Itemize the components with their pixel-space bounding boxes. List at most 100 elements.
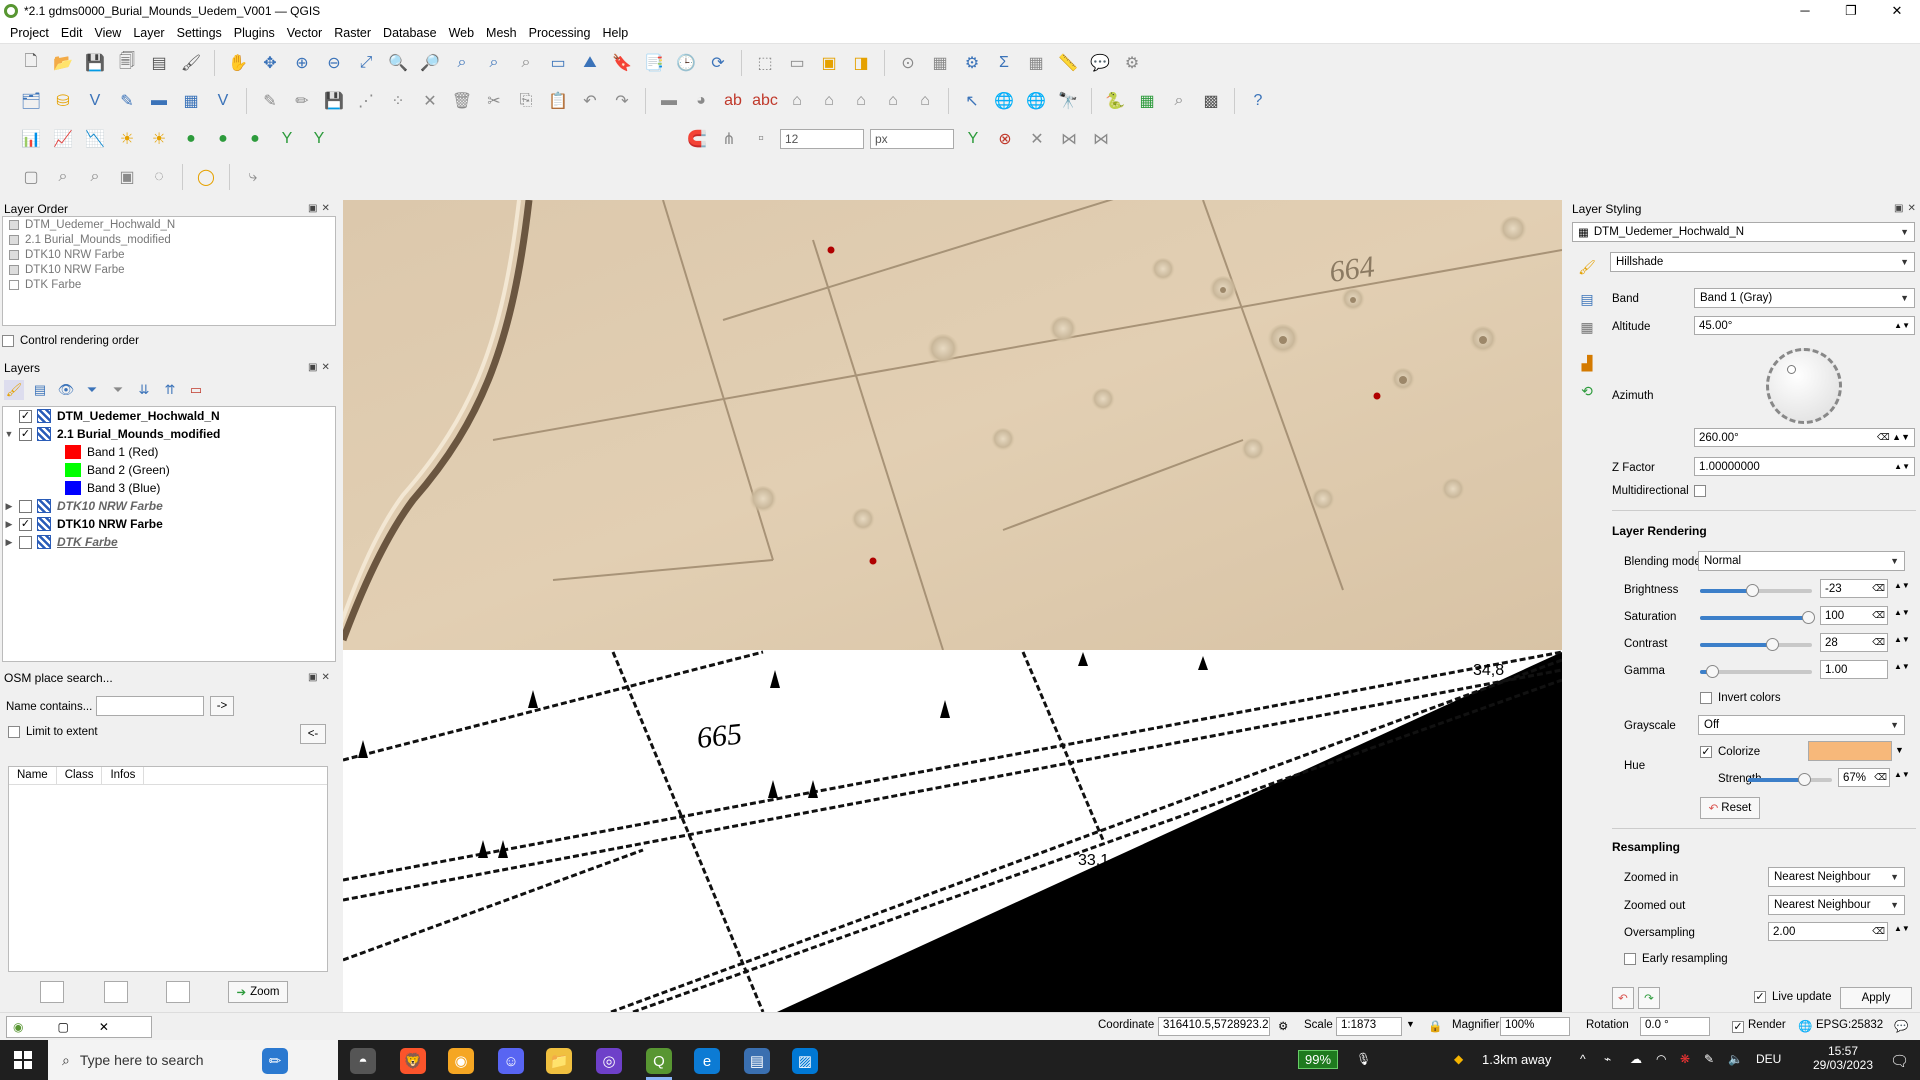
microphone-icon[interactable]: 🎙 (1356, 1052, 1371, 1066)
expand-all-icon[interactable]: ⇊ (134, 380, 154, 400)
new-3d-view-icon[interactable]: ⛰ (577, 50, 603, 76)
azimuth-dial[interactable] (1766, 348, 1842, 424)
new-print-layout-icon[interactable]: 🗐 (114, 50, 140, 76)
globe-search-icon[interactable]: 🌐 (1023, 88, 1049, 114)
zoomed-out-select[interactable]: Nearest Neighbour ▼ (1768, 895, 1905, 915)
layer-visibility-checkbox[interactable] (19, 535, 32, 549)
add-group-icon[interactable]: ▤ (30, 380, 50, 400)
render-checkbox[interactable]: ✓ (1732, 1021, 1744, 1033)
blending-mode-select[interactable]: Normal ▼ (1698, 551, 1905, 571)
invert-colors-checkbox[interactable] (1700, 692, 1712, 704)
annotation-layer-icon[interactable]: ⌕ (82, 164, 108, 190)
filter-expression-icon[interactable]: ⏷ (108, 380, 128, 400)
chrome-canary-icon[interactable]: ◉ (448, 1048, 474, 1074)
layer-visibility-checkbox[interactable]: ✓ (19, 517, 32, 531)
histogram-tool-icon[interactable]: 📈 (50, 126, 76, 152)
menu-vector[interactable]: Vector (281, 26, 328, 40)
layer-row-dtk-farbe[interactable]: ▶ DTK Farbe (3, 533, 335, 551)
zoom-native-icon[interactable]: ⌕ (449, 50, 475, 76)
undo-icon[interactable]: ↶ (577, 88, 603, 114)
layer-diagram-icon[interactable]: abc (752, 88, 778, 114)
new-geopackage-icon[interactable]: ⛁ (50, 88, 76, 114)
new-map-view-icon[interactable]: ▭ (545, 50, 571, 76)
zoom-in-icon[interactable]: ⊕ (289, 50, 315, 76)
grayscale-select[interactable]: Off ▼ (1698, 715, 1905, 735)
pen-icon[interactable]: ✎ (1704, 1052, 1714, 1066)
tray-app-icon[interactable]: ❋ (1680, 1052, 1690, 1066)
menu-help[interactable]: Help (596, 26, 634, 40)
styling-panel-controls[interactable]: ▣✕ (1894, 203, 1920, 214)
snap-self-icon[interactable]: ⋈ (1088, 126, 1114, 152)
photos-icon[interactable]: ▨ (792, 1048, 818, 1074)
snap-cancel-icon[interactable]: ✕ (1024, 126, 1050, 152)
snapping-magnet-icon[interactable]: 🧲 (684, 126, 710, 152)
minimize-button[interactable]: ─ (1782, 3, 1828, 19)
layer-visibility-checkbox[interactable]: ✓ (19, 427, 32, 441)
collapse-arrow-icon[interactable]: ▼ (3, 429, 15, 439)
identify-features-icon[interactable]: ◨ (848, 50, 874, 76)
brightness-stepper-icon[interactable]: ▲▼ (1894, 581, 1910, 590)
tray-network-icon[interactable]: ⌁ (1604, 1052, 1611, 1066)
globe-binoculars-icon[interactable]: 🔭 (1055, 88, 1081, 114)
notifications-icon[interactable]: 🗨 (1890, 1052, 1909, 1070)
osm-locate-icon[interactable] (104, 981, 128, 1003)
y-tool-icon[interactable]: Y (274, 126, 300, 152)
windows-start-icon[interactable] (14, 1051, 32, 1069)
save-project-icon[interactable]: 💾 (82, 50, 108, 76)
zoom-selection-icon[interactable]: 🔍 (385, 50, 411, 76)
menu-settings[interactable]: Settings (171, 26, 228, 40)
maximize-button[interactable]: ❐ (1828, 3, 1874, 19)
osm-column-class[interactable]: Class (57, 767, 103, 784)
highlight-pinned-icon[interactable]: ⌂ (816, 88, 842, 114)
new-project-icon[interactable]: 🗋 (18, 50, 44, 76)
snapping-tolerance-input[interactable]: 12 (780, 129, 864, 149)
map-canvas[interactable]: 664 665 34,8 33,1 (343, 200, 1562, 1012)
layer-visibility-checkbox[interactable]: ✓ (19, 409, 32, 423)
rotate-label-icon[interactable]: ⌂ (880, 88, 906, 114)
live-update-checkbox[interactable]: ✓ (1754, 991, 1766, 1003)
redo-style-icon[interactable]: ↷ (1638, 987, 1660, 1009)
transparency-tab-icon[interactable]: ▤ (1576, 288, 1598, 310)
map-tips-icon[interactable]: 💬 (1087, 50, 1113, 76)
temporal-controller-icon[interactable]: 🕒 (673, 50, 699, 76)
zoom-layer-icon[interactable]: 🔎 (417, 50, 443, 76)
annotation-text-icon[interactable]: ▢ (18, 164, 44, 190)
menu-raster[interactable]: Raster (328, 26, 377, 40)
cut-icon[interactable]: ✂ (481, 88, 507, 114)
pan-to-selection-icon[interactable]: ✥ (257, 50, 283, 76)
sun-tool-icon[interactable]: ☀ (114, 126, 140, 152)
remove-layer-icon[interactable]: ▭ (186, 380, 206, 400)
toggle-editing-icon[interactable]: ✏ (289, 88, 315, 114)
snapping-type-icon[interactable]: ⋔ (716, 126, 742, 152)
add-raster-icon[interactable]: ▦ (178, 88, 204, 114)
snap-intersection-icon[interactable]: ⊗ (992, 126, 1018, 152)
add-vector-icon[interactable]: V (210, 88, 236, 114)
save-edits-icon[interactable]: 💾 (321, 88, 347, 114)
statistical-summary-icon[interactable]: Σ (991, 50, 1017, 76)
zoom-out-icon[interactable]: ⊖ (321, 50, 347, 76)
new-temporary-layer-icon[interactable]: ▬ (146, 88, 172, 114)
select-features-icon[interactable]: ⬚ (752, 50, 778, 76)
colorize-checkbox[interactable]: ✓ (1700, 746, 1712, 758)
locator-search[interactable]: ◉ ▢ ✕ (6, 1016, 152, 1038)
filter-legend-icon[interactable]: ⏷ (82, 380, 102, 400)
band-select[interactable]: Band 1 (Gray) ▼ (1694, 288, 1915, 308)
manage-theme-icon[interactable]: 👁 (56, 380, 76, 400)
annotation-search-icon[interactable]: ⌕ (50, 164, 76, 190)
sun-plus-icon[interactable]: ☀ (146, 126, 172, 152)
annotation-move-icon[interactable]: ⤷ (240, 164, 266, 190)
python-console-icon[interactable]: 🐍 (1102, 88, 1128, 114)
lock-scale-icon[interactable]: 🔒 (1428, 1019, 1442, 1033)
change-label-icon[interactable]: ⌂ (912, 88, 938, 114)
osm-search-button[interactable]: -> (210, 696, 234, 716)
label-pin-icon[interactable]: ◕ (688, 88, 714, 114)
chevron-down-icon[interactable]: ▼ (1895, 745, 1904, 755)
histogram-tab-icon[interactable]: ▦ (1576, 316, 1598, 338)
oversampling-stepper-icon[interactable]: ▲▼ (1894, 924, 1910, 933)
crs-label[interactable]: EPSG:25832 (1816, 1019, 1883, 1031)
current-edits-icon[interactable]: ✎ (257, 88, 283, 114)
globe-icon[interactable]: 🌐 (991, 88, 1017, 114)
crs-globe-icon[interactable]: 🌐 (1798, 1019, 1812, 1033)
game-icon[interactable]: ◓ (350, 1048, 376, 1074)
layer-order-item[interactable]: DTK10 NRW Farbe (3, 262, 335, 277)
